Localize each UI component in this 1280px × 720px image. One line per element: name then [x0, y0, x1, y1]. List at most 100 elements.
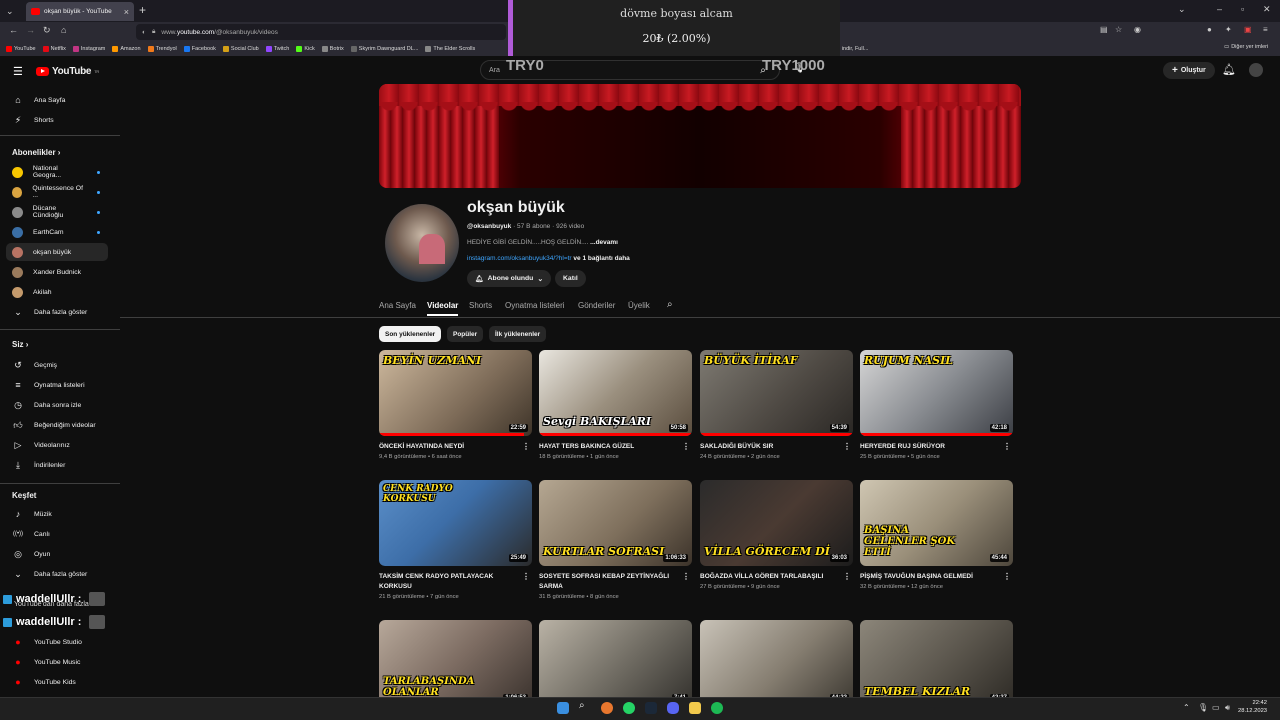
tab-videos[interactable]: Videolar: [427, 301, 458, 310]
forward-icon[interactable]: →: [26, 25, 35, 35]
tab-shorts[interactable]: Shorts: [469, 301, 492, 310]
video-card[interactable]: 44:22: [700, 620, 853, 706]
channel-description[interactable]: HEDİYE GİBİ GELDİN.....HOŞ GELDİN.... ..…: [467, 239, 618, 246]
video-card[interactable]: KURTLAR SOFRASI 1:06:33 SOSYETE SOFRASI KE…: [539, 480, 692, 600]
join-button[interactable]: Katıl: [555, 270, 586, 287]
create-button[interactable]: + Oluştur: [1163, 62, 1215, 79]
chip-latest[interactable]: Son yüklenenler: [379, 326, 442, 342]
chip-popular[interactable]: Popüler: [447, 326, 484, 342]
bookmark-item[interactable]: Twitch: [265, 46, 289, 52]
video-thumbnail[interactable]: CENK RADYO KORKUSU 25:49: [379, 480, 532, 566]
youtube-logo[interactable]: YouTube TR: [36, 66, 99, 77]
bookmark-item[interactable]: Instagram: [72, 46, 105, 52]
sidebar-item-subscription[interactable]: EarthCam: [6, 223, 108, 241]
firefox-icon[interactable]: [601, 702, 613, 714]
reader-view-icon[interactable]: ▤: [1100, 25, 1108, 34]
bookmark-item[interactable]: Amazon: [112, 46, 141, 52]
bookmark-item[interactable]: Botrix: [321, 46, 344, 52]
bookmark-item[interactable]: YouTube: [6, 46, 36, 52]
screenshot-icon[interactable]: ◉: [1134, 25, 1141, 34]
video-card[interactable]: CENK RADYO KORKUSU 25:49 TAKSİM CENK RADYO…: [379, 480, 532, 600]
search-input[interactable]: Ara: [489, 67, 500, 74]
sidebar-item-subscription[interactable]: okşan büyük: [6, 243, 108, 261]
microphone-tray-icon[interactable]: 🎙︎: [1198, 703, 1208, 712]
other-bookmarks[interactable]: ▭ Diğer yer imleri: [1224, 44, 1268, 50]
browser-tab[interactable]: okşan büyük - YouTube ×: [26, 2, 134, 21]
sidebar-item-subscription[interactable]: Dücane Cündioğlu: [6, 203, 108, 221]
sidebar-item-youtube-app[interactable]: ● YouTube Studio: [6, 633, 108, 651]
account-avatar[interactable]: [1249, 63, 1263, 77]
video-card[interactable]: RUJUM NASIL 42:18 HERYERDE RUJ SÜRÜYOR ⋮ 25 …: [860, 350, 1013, 460]
sidebar-item-you[interactable]: ↺ Geçmiş: [6, 356, 108, 374]
sidebar-item-you[interactable]: ⤓ İndirilenler: [6, 456, 108, 474]
video-thumbnail[interactable]: 7:41: [539, 620, 692, 706]
video-thumbnail[interactable]: TEMBEL KIZLAR42:37: [860, 620, 1013, 706]
bookmark-item[interactable]: Skyrim Dawnguard DL...: [350, 46, 418, 52]
list-all-tabs-icon[interactable]: ⌄: [1178, 4, 1186, 15]
video-thumbnail[interactable]: TARLABAŞINDA OLANLAR1:06:53: [379, 620, 532, 706]
spotify-icon[interactable]: [711, 702, 723, 714]
subscribed-button[interactable]: 🔔︎ Abone olundu ⌄: [467, 270, 552, 287]
video-title[interactable]: HERYERDE RUJ SÜRÜYOR ⋮: [860, 442, 1013, 452]
sidebar-item-subscription[interactable]: Xander Budnick: [6, 263, 108, 281]
tab-playlists[interactable]: Oynatma listeleri: [505, 301, 565, 310]
bookmark-item[interactable]: The Elder Scrolls: [425, 46, 475, 52]
bookmark-item[interactable]: Netflix: [42, 46, 66, 52]
video-thumbnail[interactable]: BEYİN UZMANI 22:59: [379, 350, 532, 436]
sidebar-item-subscription[interactable]: Akilah: [6, 283, 108, 301]
steam-icon[interactable]: [645, 702, 657, 714]
file-explorer-icon[interactable]: [689, 702, 701, 714]
bookmark-item[interactable]: Kick: [296, 46, 315, 52]
subscriptions-heading[interactable]: Abonelikler ›: [12, 148, 60, 157]
tab-posts[interactable]: Gönderiler: [578, 301, 615, 310]
extensions-puzzle-icon[interactable]: ✦: [1225, 25, 1232, 34]
video-title[interactable]: TAKSİM CENK RADYO PATLAYACAK KORKUSU ⋮: [379, 572, 532, 592]
video-thumbnail[interactable]: KURTLAR SOFRASI 1:06:33: [539, 480, 692, 566]
video-thumbnail[interactable]: VİLLA GÖRECEM Dİ 36:03: [700, 480, 853, 566]
video-thumbnail[interactable]: 44:22: [700, 620, 853, 706]
video-card[interactable]: BÜYÜK İTİRAF 54:39 SAKLADIĞI BÜYÜK SIR ⋮ 24 …: [700, 350, 853, 460]
instagram-link[interactable]: instagram.com/oksanbuyuk34/?hl=tr: [467, 255, 572, 262]
video-title[interactable]: SOSYETE SOFRASI KEBAP ZEYTİNYAĞLI SARMA ⋮: [539, 572, 692, 592]
video-title[interactable]: BOĞAZDA VİLLA GÖREN TARLABAŞILI ⋮: [700, 572, 853, 582]
volume-icon[interactable]: 🔊︎: [1225, 703, 1230, 713]
video-thumbnail[interactable]: RUJUM NASIL 42:18: [860, 350, 1013, 436]
more-options-icon[interactable]: ⋮: [682, 572, 690, 582]
back-icon[interactable]: ←: [9, 25, 18, 35]
address-bar[interactable]: ◐ 🔒︎ www.youtube.com/@oksanbuyuk/videos: [136, 24, 506, 40]
sidebar-item-subscription[interactable]: National Geogra...: [6, 163, 108, 181]
whatsapp-icon[interactable]: [623, 702, 635, 714]
taskbar-search-icon[interactable]: ⌕: [579, 700, 591, 712]
channel-links[interactable]: instagram.com/oksanbuyuk34/?hl=tr ve 1 b…: [467, 255, 630, 262]
video-title[interactable]: PİŞMİŞ TAVUĞUN BAŞINA GELMEDİ ⋮: [860, 572, 1013, 582]
video-card[interactable]: Sevgi BAKIŞLARI 50:58 HAYAT TERS BAKINCA G…: [539, 350, 692, 460]
ublock-icon[interactable]: ▣: [1244, 25, 1252, 34]
video-card[interactable]: VİLLA GÖRECEM Dİ 36:03 BOĞAZDA VİLLA GÖREN…: [700, 480, 853, 590]
tab-membership[interactable]: Üyelik: [628, 301, 650, 310]
video-thumbnail[interactable]: Sevgi BAKIŞLARI 50:58: [539, 350, 692, 436]
close-tab-icon[interactable]: ×: [124, 7, 129, 17]
video-title[interactable]: HAYAT TERS BAKINCA GÜZEL ⋮: [539, 442, 692, 452]
hamburger-menu-icon[interactable]: ☰: [13, 65, 23, 78]
sidebar-item-subscription[interactable]: Quintessence Of ...: [6, 183, 108, 201]
sidebar-item-youtube-app[interactable]: ● YouTube Kids: [6, 673, 108, 691]
sidebar-item-you[interactable]: ◷ Daha sonra izle: [6, 396, 108, 414]
video-card[interactable]: TARLABAŞINDA OLANLAR1:06:53: [379, 620, 532, 706]
sidebar-item-home[interactable]: ⌂ Ana Sayfa: [6, 91, 108, 109]
more-links[interactable]: ve 1 bağlantı daha: [573, 255, 629, 262]
new-tab-icon[interactable]: +: [139, 3, 146, 17]
tab-list-icon[interactable]: ⌄: [6, 6, 14, 17]
tray-overflow-icon[interactable]: ⌃: [1183, 703, 1190, 712]
taskbar-clock[interactable]: 22:42 28.12.2023: [1238, 699, 1267, 715]
minimize-icon[interactable]: –: [1217, 4, 1222, 14]
video-title[interactable]: SAKLADIĞI BÜYÜK SIR ⋮: [700, 442, 853, 452]
video-title[interactable]: ÖNCEKİ HAYATINDA NEYDİ ⋮: [379, 442, 532, 452]
bookmark-item[interactable]: Trendyol: [147, 46, 177, 52]
reload-icon[interactable]: ↻: [43, 25, 51, 36]
more-options-icon[interactable]: ⋮: [1003, 572, 1011, 582]
more-options-icon[interactable]: ⋮: [843, 442, 851, 452]
network-icon[interactable]: ▭: [1212, 703, 1220, 712]
you-heading[interactable]: Siz ›: [12, 340, 28, 349]
bookmark-star-icon[interactable]: ☆: [1115, 25, 1122, 34]
video-card[interactable]: BEYİN UZMANI 22:59 ÖNCEKİ HAYATINDA NEYDİ ⋮…: [379, 350, 532, 460]
